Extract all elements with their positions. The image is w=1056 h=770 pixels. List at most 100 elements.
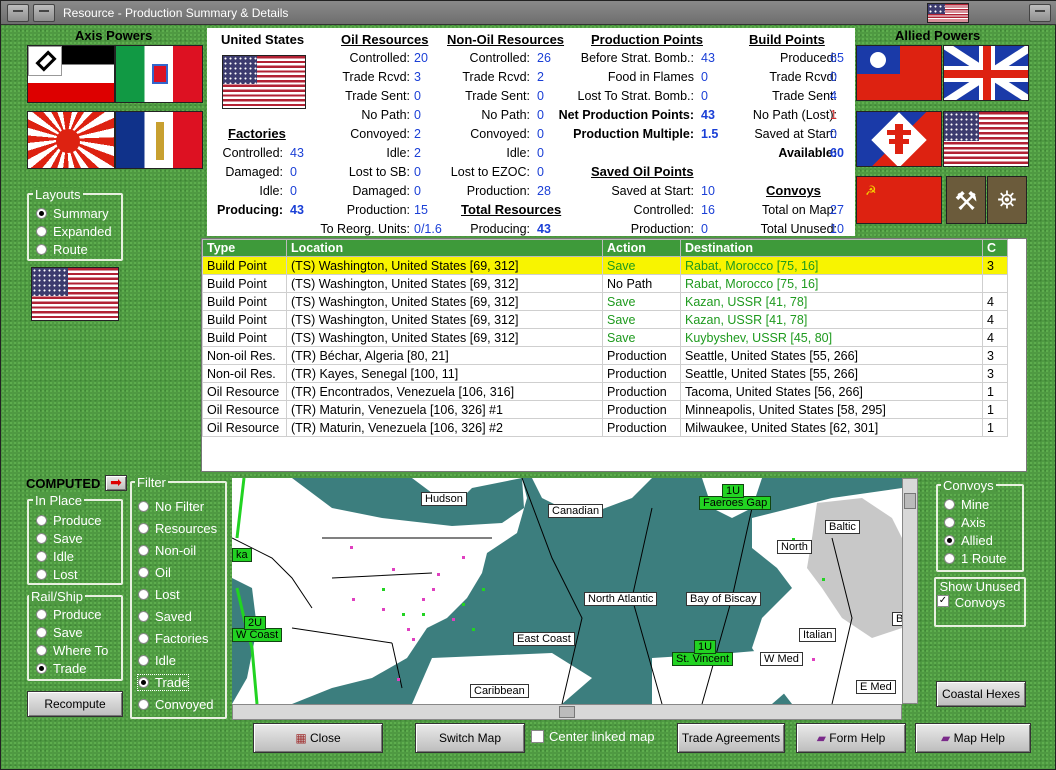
oil-rig-icon[interactable]: ⛯ [987, 176, 1027, 224]
world-map[interactable]: Hudson Canadian North Atlantic Bay of Bi… [232, 478, 902, 704]
switch-map-button[interactable]: Switch Map [415, 723, 525, 753]
convoys-mine-radio[interactable]: Mine [944, 497, 989, 512]
vichy-france-flag-icon[interactable] [115, 111, 203, 169]
china-flag-icon[interactable] [856, 45, 942, 101]
col-destination[interactable]: Destination [680, 239, 983, 257]
cell-action: Save [602, 310, 681, 329]
ussr-flag-icon[interactable]: ☭ [856, 176, 942, 224]
filter-saved-radio[interactable]: Saved [138, 609, 192, 624]
cell-location: (TR) Béchar, Algeria [80, 21] [286, 346, 603, 365]
mines-resource-icon[interactable]: ⚒ [946, 176, 986, 224]
layout-route-radio[interactable]: Route [36, 242, 88, 257]
table-row[interactable]: Build Point (TS) Washington, United State… [202, 310, 1008, 329]
form-help-button[interactable]: ▰ Form Help [796, 723, 906, 753]
table-row[interactable]: Oil Resource (TR) Encontrados, Venezuela … [202, 382, 1008, 401]
cell-action: Production [602, 346, 681, 365]
selected-country-flag-icon[interactable] [31, 267, 119, 321]
convoys_info-row-label: Total Unused: [760, 222, 837, 236]
map-unit-faeroes-gap[interactable]: Faeroes Gap [699, 496, 772, 510]
filter-no-filter-radio[interactable]: No Filter [138, 499, 204, 514]
free-france-flag-icon[interactable] [856, 111, 942, 167]
trade-details-table-container: Type Location Action Destination C Build… [201, 238, 1027, 472]
map-horizontal-scrollbar[interactable] [232, 704, 902, 720]
inplace-lost-radio[interactable]: Lost [36, 567, 78, 582]
usa-allied-flag-icon[interactable] [943, 111, 1029, 167]
layout-expanded-radio[interactable]: Expanded [36, 224, 112, 239]
map-unit-tag-2u[interactable]: 2U [244, 616, 267, 630]
book-icon: ▰ [816, 731, 826, 745]
filter-resources-radio[interactable]: Resources [138, 521, 217, 536]
convoys_info-row-label: Total on Map: [761, 203, 837, 217]
close-window-button[interactable] [1029, 4, 1051, 22]
map-vertical-scrollbar[interactable] [902, 478, 918, 704]
col-location[interactable]: Location [286, 239, 603, 257]
inplace-produce-radio[interactable]: Produce [36, 513, 101, 528]
map-label-east-coast: East Coast [513, 632, 575, 646]
coastal-hexes-button[interactable]: Coastal Hexes [936, 681, 1026, 707]
cell-dest: Tacoma, United States [56, 266] [680, 382, 983, 401]
cell-type: Oil Resource [202, 400, 287, 419]
table-row[interactable]: Non-oil Res. (TR) Kayes, Senegal [100, 11… [202, 364, 1008, 383]
table-row[interactable]: Build Point (TS) Washington, United State… [202, 292, 1008, 311]
factories-row-value: 0 [290, 165, 297, 179]
system-menu-button[interactable] [7, 4, 29, 22]
pp-row-value: 43 [701, 108, 715, 122]
uk-flag-icon[interactable] [943, 45, 1029, 101]
convoys-1-route-radio[interactable]: 1 Route [944, 551, 1007, 566]
japan-flag-icon[interactable] [27, 111, 115, 169]
table-row[interactable]: Oil Resource (TR) Maturin, Venezuela [106… [202, 418, 1008, 437]
minimize-button[interactable] [33, 4, 55, 22]
oil-row-value: 20 [414, 51, 428, 65]
map-unit-tag-1u[interactable]: 1U [722, 484, 745, 498]
col-c[interactable]: C [982, 239, 1008, 257]
filter-lost-radio[interactable]: Lost [138, 587, 180, 602]
bp-row-label: Available: [778, 146, 837, 160]
computed-arrow-icon[interactable]: ➡ [105, 475, 127, 491]
oil-row-label: No Path: [361, 108, 410, 122]
inplace-idle-radio[interactable]: Idle [36, 549, 74, 564]
saved-row-value: 0 [701, 222, 708, 236]
filter-trade-radio[interactable]: Trade [136, 674, 190, 691]
oil-row-label: Trade Sent: [345, 89, 410, 103]
map-unit-st-vincent[interactable]: St. Vincent [672, 652, 733, 666]
factories-row-value: 43 [290, 146, 304, 160]
railship-where-to-radio[interactable]: Where To [36, 643, 108, 658]
oil-row-value: 0 [414, 108, 421, 122]
italy-flag-icon[interactable] [115, 45, 203, 103]
convoys-allied-radio[interactable]: Allied [944, 533, 993, 548]
map-label-w-med: W Med [760, 652, 803, 666]
map-unit-tag-1u-b[interactable]: 1U [694, 640, 717, 654]
close-button[interactable]: ▦ Close [253, 723, 383, 753]
col-action[interactable]: Action [602, 239, 681, 257]
trade-agreements-button[interactable]: Trade Agreements [677, 723, 785, 753]
show-unused-convoys-checkbox[interactable]: ✓ Show Unused Convoys [937, 579, 1023, 611]
col-type[interactable]: Type [202, 239, 287, 257]
filter-oil-radio[interactable]: Oil [138, 565, 171, 580]
table-row[interactable]: Build Point (TS) Washington, United State… [202, 328, 1008, 347]
railship-trade-radio[interactable]: Trade [36, 661, 86, 676]
filter-idle-radio[interactable]: Idle [138, 653, 176, 668]
map-label-north: North [777, 540, 812, 554]
germany-flag-icon[interactable] [27, 45, 115, 103]
center-linked-map-checkbox[interactable]: Center linked map [531, 729, 655, 744]
railship-produce-radio[interactable]: Produce [36, 607, 101, 622]
map-help-button[interactable]: ▰ Map Help [915, 723, 1031, 753]
inplace-save-radio[interactable]: Save [36, 531, 83, 546]
oil-row-label: Controlled: [349, 51, 410, 65]
cell-location: (TR) Maturin, Venezuela [106, 326] #1 [286, 400, 603, 419]
table-row[interactable]: Build Point (TS) Washington, United State… [202, 256, 1008, 275]
nonoil-row-value: 2 [537, 70, 544, 84]
table-row[interactable]: Non-oil Res. (TR) Béchar, Algeria [80, 21… [202, 346, 1008, 365]
filter-convoyed-radio[interactable]: Convoyed [138, 697, 214, 712]
oil-row-value: 15 [414, 203, 428, 217]
filter-non-oil-radio[interactable]: Non-oil [138, 543, 196, 558]
table-row[interactable]: Build Point (TS) Washington, United State… [202, 274, 1008, 293]
recompute-button[interactable]: Recompute [27, 691, 123, 717]
nonoil-row-value: 0 [537, 89, 544, 103]
table-row[interactable]: Oil Resource (TR) Maturin, Venezuela [106… [202, 400, 1008, 419]
map-unit-w-coast[interactable]: W Coast [232, 628, 283, 642]
railship-save-radio[interactable]: Save [36, 625, 83, 640]
filter-factories-radio[interactable]: Factories [138, 631, 208, 646]
layout-summary-radio[interactable]: Summary [36, 206, 109, 221]
convoys-axis-radio[interactable]: Axis [944, 515, 986, 530]
